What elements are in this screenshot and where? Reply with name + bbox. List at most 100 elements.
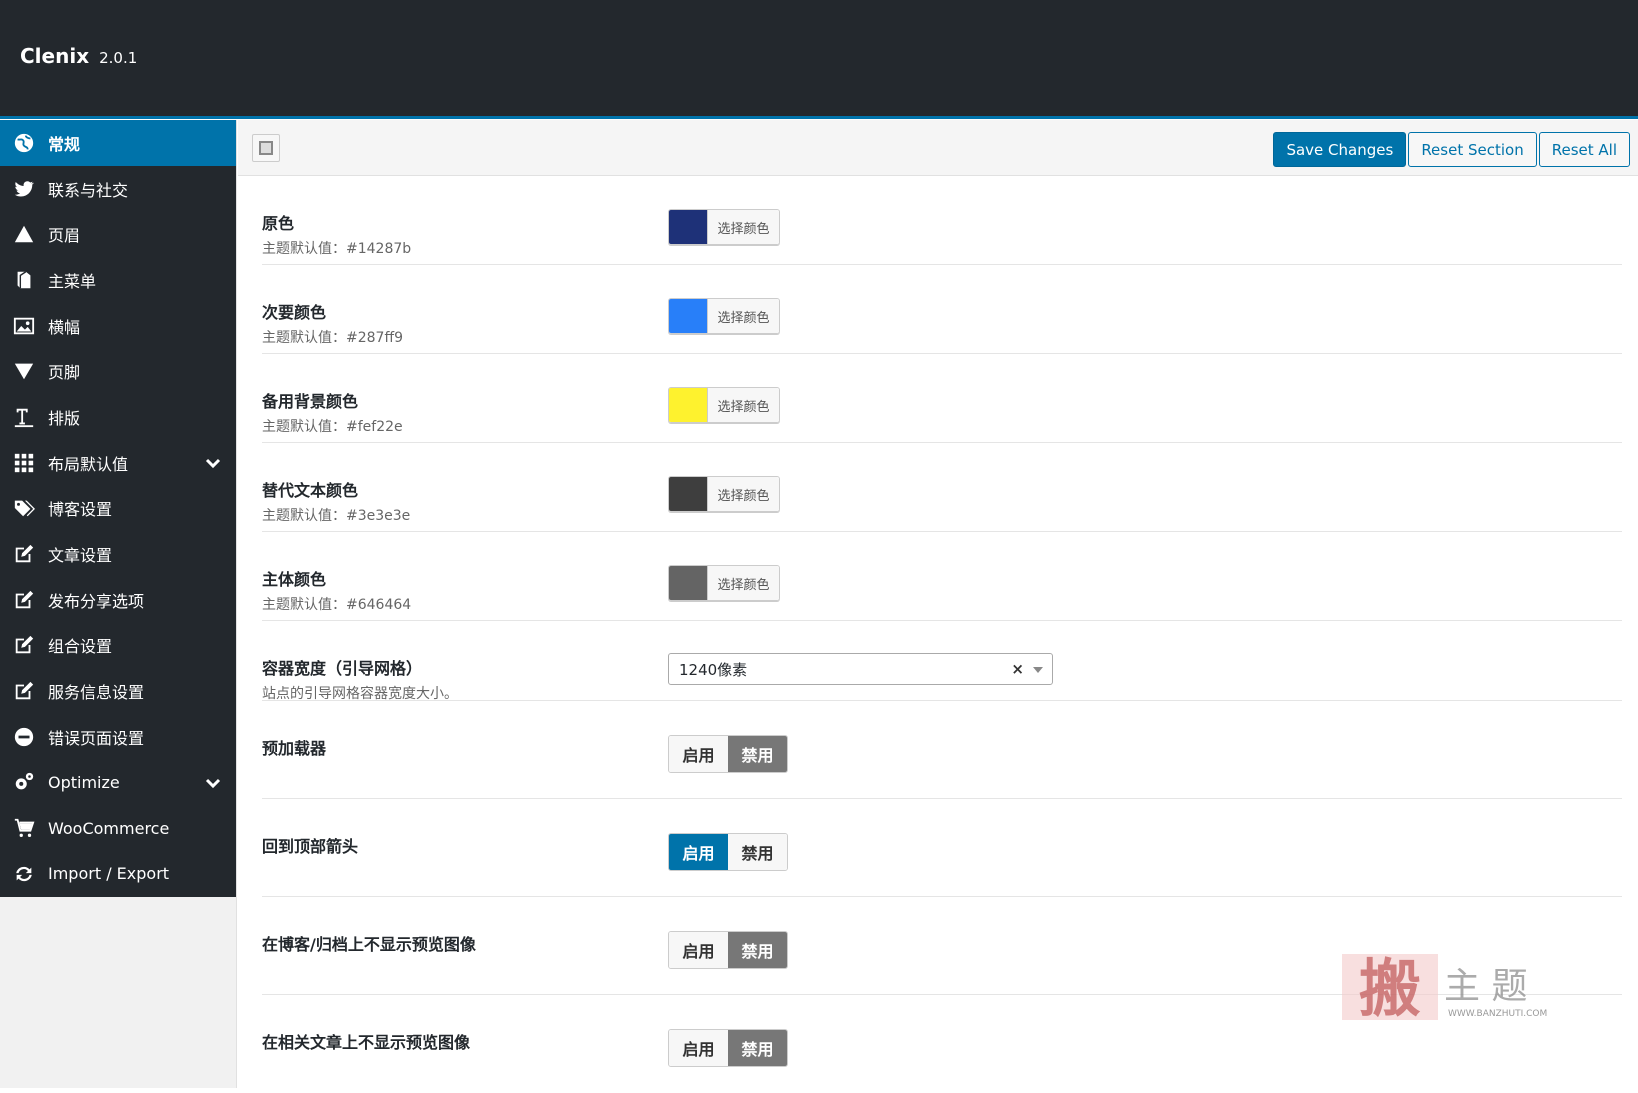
color-picker-button[interactable]: 选择颜色 xyxy=(668,387,780,423)
sidebar-item-9[interactable]: 文章设置 xyxy=(0,531,236,577)
disable-option[interactable]: 禁用 xyxy=(728,1030,787,1066)
pick-color-label: 选择颜色 xyxy=(707,566,779,600)
field-desc: 主题默认值：#14287b xyxy=(262,241,412,257)
reset-section-button[interactable]: Reset Section xyxy=(1408,132,1537,167)
pick-color-label: 选择颜色 xyxy=(707,299,779,333)
container-width-row: 容器宽度（引导网格） 站点的引导网格容器宽度大小。 1240像素 × xyxy=(262,621,1622,702)
field-title: 主体颜色 xyxy=(262,570,327,589)
expand-toggle-button[interactable] xyxy=(252,134,280,162)
sidebar-menu: 常规联系与社交 页眉主菜单横幅页脚排版布局默认值博客设置文章设置发布分享选项 组合设… xyxy=(0,120,236,897)
clear-selection-icon[interactable]: × xyxy=(1011,660,1024,678)
sidebar-item-6[interactable]: 排版 xyxy=(0,394,236,440)
refresh-icon xyxy=(12,862,36,886)
save-changes-button[interactable]: Save Changes xyxy=(1273,132,1407,167)
sidebar-item-label: 组合设置 xyxy=(48,637,113,657)
enable-option[interactable]: 启用 xyxy=(669,1030,728,1066)
field-title: 原色 xyxy=(262,214,295,233)
enable-option[interactable]: 启用 xyxy=(669,834,728,870)
sidebar-item-label: 常规 xyxy=(48,134,81,154)
sidebar-item-2[interactable]: 页眉 xyxy=(0,211,236,257)
expand-icon xyxy=(259,141,273,155)
sidebar-item-8[interactable]: 博客设置 xyxy=(0,486,236,532)
sidebar-item-3[interactable]: 主菜单 xyxy=(0,257,236,303)
field-title: 预加载器 xyxy=(262,739,327,758)
reset-all-button[interactable]: Reset All xyxy=(1538,132,1630,167)
cogs-icon xyxy=(12,770,36,794)
color-picker-button[interactable]: 选择颜色 xyxy=(668,565,780,601)
enable-option[interactable]: 启用 xyxy=(669,932,728,968)
watermark-url: WWW.BANZHUTI.COM xyxy=(1448,1009,1547,1019)
app-version: 2.0.1 xyxy=(99,49,138,67)
color-picker-button[interactable]: 选择颜色 xyxy=(668,476,780,512)
field-desc: 主题默认值：#287ff9 xyxy=(262,330,404,346)
sidebar-item-label: 布局默认值 xyxy=(48,454,129,474)
sidebar-item-14[interactable]: Optimize xyxy=(0,760,236,806)
sidebar-item-7[interactable]: 布局默认值 xyxy=(0,440,236,486)
chevron-down-icon[interactable] xyxy=(204,454,222,472)
enable-option[interactable]: 启用 xyxy=(669,736,728,772)
sidebar-item-0[interactable]: 常规 xyxy=(0,120,236,166)
sidebar-item-label: 文章设置 xyxy=(48,546,113,566)
sidebar-item-label: WooCommerce xyxy=(48,818,170,838)
dropdown-arrow-icon[interactable] xyxy=(1033,667,1043,673)
field-title: 替代文本颜色 xyxy=(262,481,359,500)
grid-icon xyxy=(12,451,36,475)
image-icon xyxy=(12,314,36,338)
disable-option[interactable]: 禁用 xyxy=(728,932,787,968)
watermark-char: 搬 xyxy=(1359,952,1421,1024)
sidebar-item-4[interactable]: 横幅 xyxy=(0,303,236,349)
edit-icon xyxy=(12,542,36,566)
text-height-icon xyxy=(12,405,36,429)
sidebar-item-11[interactable]: 组合设置 xyxy=(0,623,236,669)
field-desc: 主题默认值：#fef22e xyxy=(262,419,403,435)
blog-preview-toggle: 启用 禁用 xyxy=(668,931,788,969)
field-title: 在相关文章上不显示预览图像 xyxy=(262,1033,471,1052)
sidebar-item-16[interactable]: Import / Export xyxy=(0,851,236,897)
sidebar-item-label: 发布分享选项 xyxy=(48,591,145,611)
sidebar-item-label: Optimize xyxy=(48,772,120,792)
color-swatch xyxy=(669,210,707,244)
disable-option[interactable]: 禁用 xyxy=(728,834,787,870)
sidebar-item-label: 页脚 xyxy=(48,363,81,383)
chevron-down-icon[interactable] xyxy=(204,774,222,792)
sidebar-item-1[interactable]: 联系与社交 xyxy=(0,166,236,212)
book-icon xyxy=(12,268,36,292)
twitter-icon xyxy=(12,177,36,201)
cart-icon xyxy=(12,816,36,840)
sidebar-item-label: 博客设置 xyxy=(48,500,113,520)
brand: Clenix 2.0.1 xyxy=(20,44,137,68)
container-width-select[interactable]: 1240像素 × xyxy=(668,653,1053,685)
app-name: Clenix xyxy=(20,44,90,68)
sidebar-item-12[interactable]: 服务信息设置 xyxy=(0,668,236,714)
sidebar-item-15[interactable]: WooCommerce xyxy=(0,805,236,851)
field-desc: 站点的引导网格容器宽度大小。 xyxy=(262,686,458,702)
sidebar-item-label: 服务信息设置 xyxy=(48,683,145,703)
color-swatch xyxy=(669,299,707,333)
field-title: 回到顶部箭头 xyxy=(262,837,359,856)
triangle-up-icon xyxy=(12,222,36,246)
back-to-top-toggle: 启用 禁用 xyxy=(668,833,788,871)
sidebar-item-13[interactable]: 错误页面设置 xyxy=(0,714,236,760)
top-bar: Clenix 2.0.1 xyxy=(0,0,1638,119)
pick-color-label: 选择颜色 xyxy=(707,477,779,511)
color-picker-button[interactable]: 选择颜色 xyxy=(668,209,780,245)
watermark-logo: 搬 主 题 WWW.BANZHUTI.COM xyxy=(1340,952,1570,1025)
sidebar: 常规联系与社交 页眉主菜单横幅页脚排版布局默认值博客设置文章设置发布分享选项 组合设… xyxy=(0,120,237,1088)
field-title: 备用背景颜色 xyxy=(262,392,359,411)
edit-icon xyxy=(12,588,36,612)
related-preview-toggle: 启用 禁用 xyxy=(668,1029,788,1067)
sidebar-item-5[interactable]: 页脚 xyxy=(0,348,236,394)
watermark-text: 主 题 xyxy=(1444,966,1527,1007)
edit-icon xyxy=(12,633,36,657)
sidebar-item-10[interactable]: 发布分享选项 xyxy=(0,577,236,623)
color-row-secondary: 次要颜色 主题默认值：#287ff9 选择颜色 xyxy=(262,265,1622,354)
selected-value: 1240像素 xyxy=(679,660,748,679)
triangle-down-icon xyxy=(12,359,36,383)
disable-option[interactable]: 禁用 xyxy=(728,736,787,772)
sidebar-item-label: 主菜单 xyxy=(48,271,97,291)
color-picker-button[interactable]: 选择颜色 xyxy=(668,298,780,334)
pick-color-label: 选择颜色 xyxy=(707,210,779,244)
color-swatch xyxy=(669,388,707,422)
field-title: 次要颜色 xyxy=(262,303,327,322)
sidebar-item-label: Import / Export xyxy=(48,864,170,884)
